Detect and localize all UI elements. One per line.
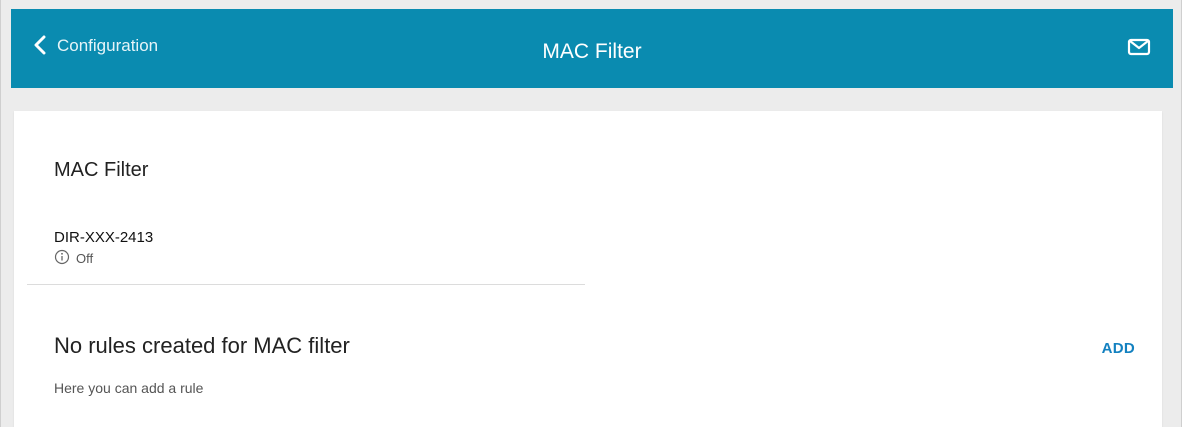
- content-card: MAC Filter DIR-XXX-2413 Off No rules cre…: [14, 111, 1162, 427]
- add-rule-button[interactable]: ADD: [1102, 340, 1135, 357]
- back-label: Configuration: [57, 35, 159, 55]
- notifications-button[interactable]: [1127, 37, 1151, 62]
- divider: [27, 284, 585, 285]
- rules-empty-hint: Here you can add a rule: [54, 380, 204, 396]
- mail-icon: [1127, 38, 1151, 61]
- app-viewport: Configuration MAC Filter MAC Filter DIR-…: [0, 0, 1182, 427]
- chevron-left-icon: [33, 35, 47, 55]
- header-bar: Configuration MAC Filter: [11, 9, 1173, 88]
- section-title: MAC Filter: [54, 159, 149, 181]
- network-name: DIR-XXX-2413: [54, 229, 154, 246]
- back-button[interactable]: Configuration: [33, 35, 158, 55]
- info-icon[interactable]: [54, 249, 70, 268]
- status-text: Off: [76, 251, 94, 266]
- page-title: MAC Filter: [542, 40, 642, 63]
- rules-empty-title: No rules created for MAC filter: [54, 333, 350, 358]
- network-status: Off: [54, 249, 93, 268]
